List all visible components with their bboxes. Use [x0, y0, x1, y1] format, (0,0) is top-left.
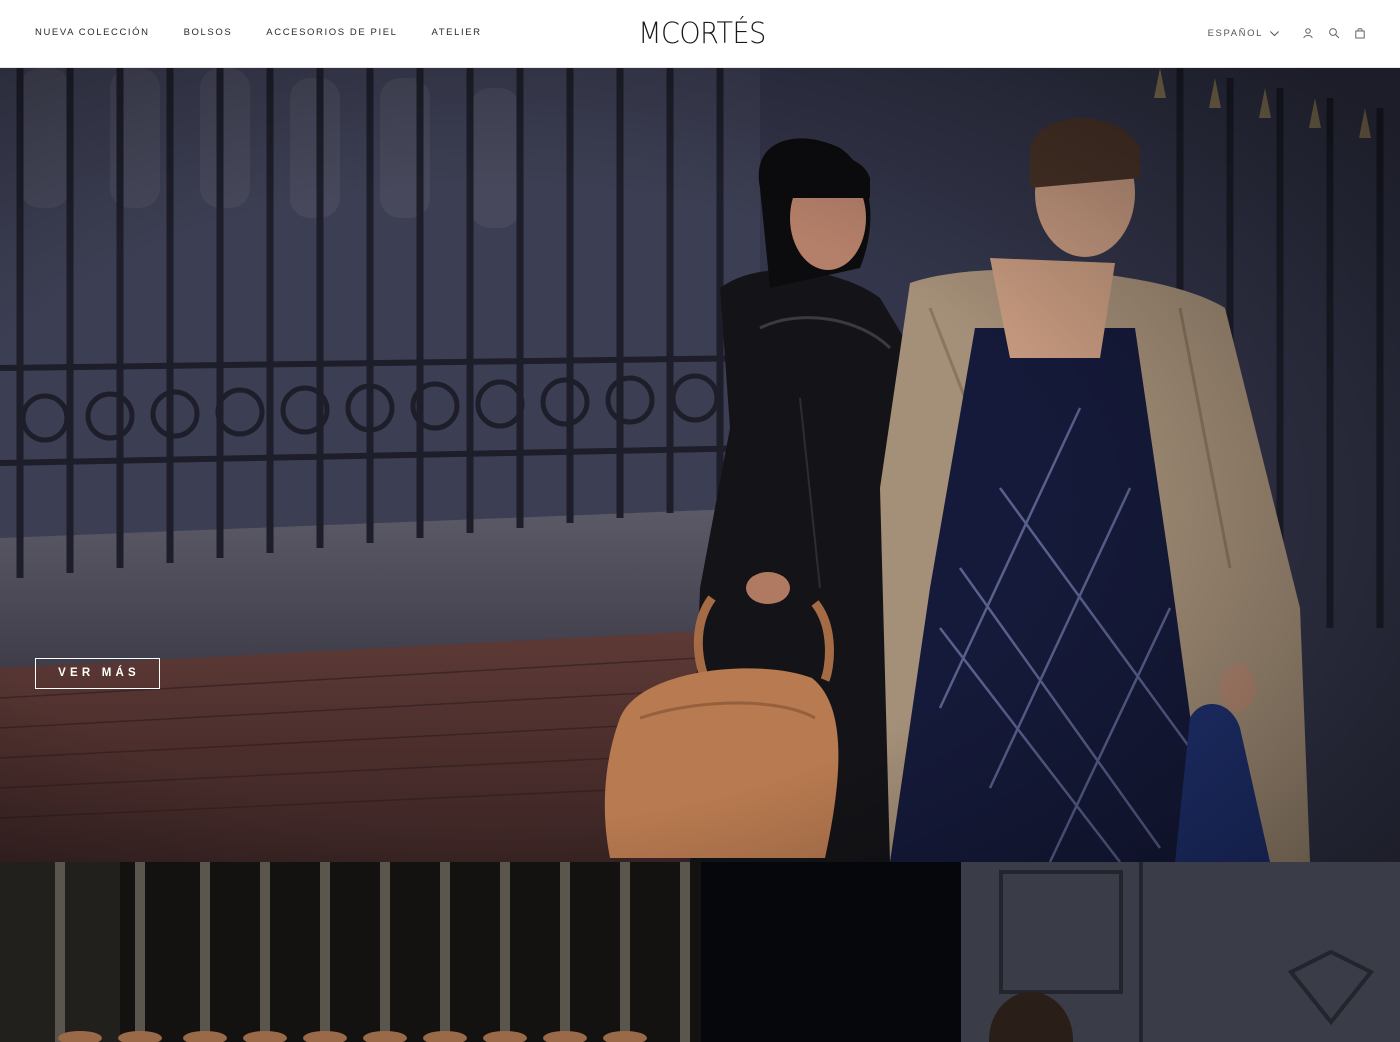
hero-image — [0, 68, 1400, 862]
main-nav: NUEVA COLECCIÓN BOLSOS ACCESORIOS DE PIE… — [35, 27, 482, 38]
nav-item-atelier[interactable]: ATELIER — [432, 27, 482, 38]
collection-tile-right[interactable] — [701, 862, 1400, 1042]
nav-item-accesorios-de-piel[interactable]: ACCESORIOS DE PIEL — [266, 27, 397, 38]
nav-item-bolsos[interactable]: BOLSOS — [184, 27, 233, 38]
nav-item-nueva-coleccion[interactable]: NUEVA COLECCIÓN — [35, 27, 150, 38]
tile-right-image — [701, 862, 1400, 1042]
header-utilities: ESPAÑOL — [1208, 22, 1366, 44]
language-selector[interactable]: ESPAÑOL — [1208, 28, 1280, 39]
collection-tile-left[interactable] — [0, 862, 701, 1042]
account-icon[interactable] — [1302, 27, 1314, 39]
site-header: NUEVA COLECCIÓN BOLSOS ACCESORIOS DE PIE… — [0, 0, 1400, 68]
language-label: ESPAÑOL — [1207, 27, 1263, 39]
ver-mas-button[interactable]: VER MÁS — [35, 658, 160, 689]
chevron-down-icon — [1269, 28, 1280, 39]
search-icon[interactable] — [1328, 27, 1340, 39]
tile-left-image — [0, 862, 701, 1042]
bag-icon[interactable] — [1354, 27, 1366, 39]
hero-banner: VER MÁS — [0, 68, 1400, 862]
brand-logo[interactable]: MCORTÉS — [634, 15, 770, 51]
